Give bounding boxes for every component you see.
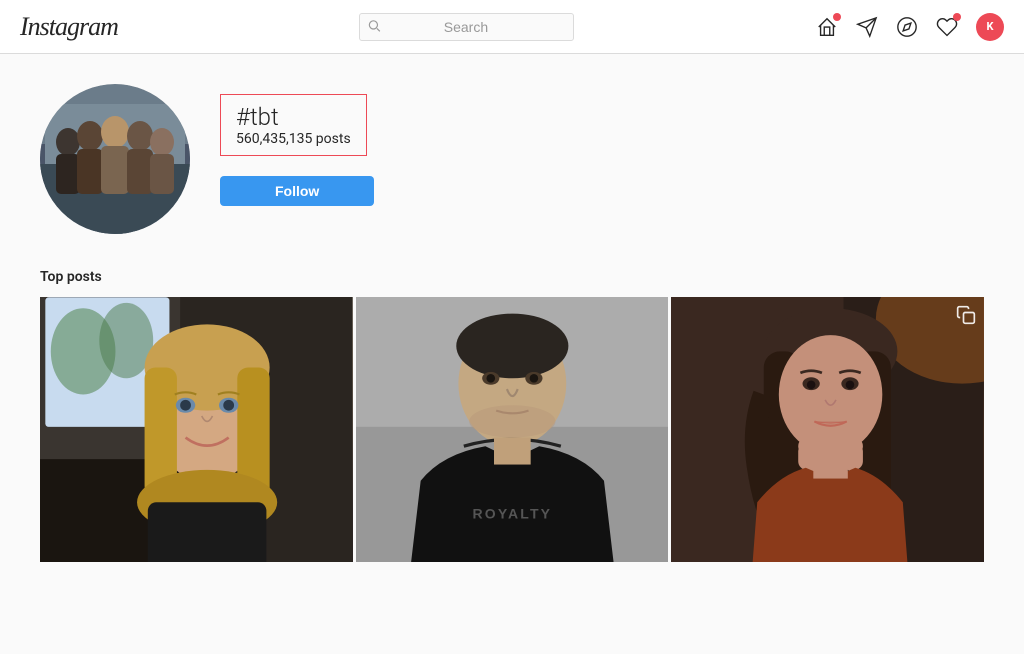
posts-grid: ROYALTY: [40, 297, 984, 562]
main-content: #tbt 560,435,135 posts Follow Top posts: [0, 54, 1024, 592]
explore-icon[interactable]: [896, 16, 918, 38]
svg-text:ROYALTY: ROYALTY: [472, 505, 552, 521]
home-notification-dot: [833, 13, 841, 21]
logo-text: Instagram: [20, 12, 118, 41]
posts-count: 560,435,135 posts: [236, 131, 351, 147]
header: Instagram: [0, 0, 1024, 54]
search-icon: [367, 18, 381, 35]
profile-info: #tbt 560,435,135 posts Follow: [220, 84, 374, 206]
search-input[interactable]: [359, 13, 574, 41]
avatar[interactable]: K: [976, 13, 1004, 41]
hashtag-text: #tbt: [236, 103, 351, 131]
profile-avatar: [40, 84, 190, 234]
post-item[interactable]: [40, 297, 353, 562]
send-icon[interactable]: [856, 16, 878, 38]
heart-icon[interactable]: [936, 16, 958, 38]
top-posts-section: Top posts: [40, 269, 984, 562]
header-icons: K: [816, 13, 1004, 41]
copy-icon: [956, 305, 976, 329]
search-container: [359, 13, 574, 41]
follow-button[interactable]: Follow: [220, 176, 374, 206]
top-posts-label: Top posts: [40, 269, 984, 285]
hashtag-box: #tbt 560,435,135 posts: [220, 94, 367, 156]
avatar-initial: K: [987, 20, 994, 33]
home-icon[interactable]: [816, 16, 838, 38]
profile-section: #tbt 560,435,135 posts Follow: [40, 84, 984, 234]
heart-notification-dot: [953, 13, 961, 21]
post-item[interactable]: ROYALTY: [356, 297, 669, 562]
logo: Instagram: [20, 11, 118, 43]
post-item[interactable]: [671, 297, 984, 562]
